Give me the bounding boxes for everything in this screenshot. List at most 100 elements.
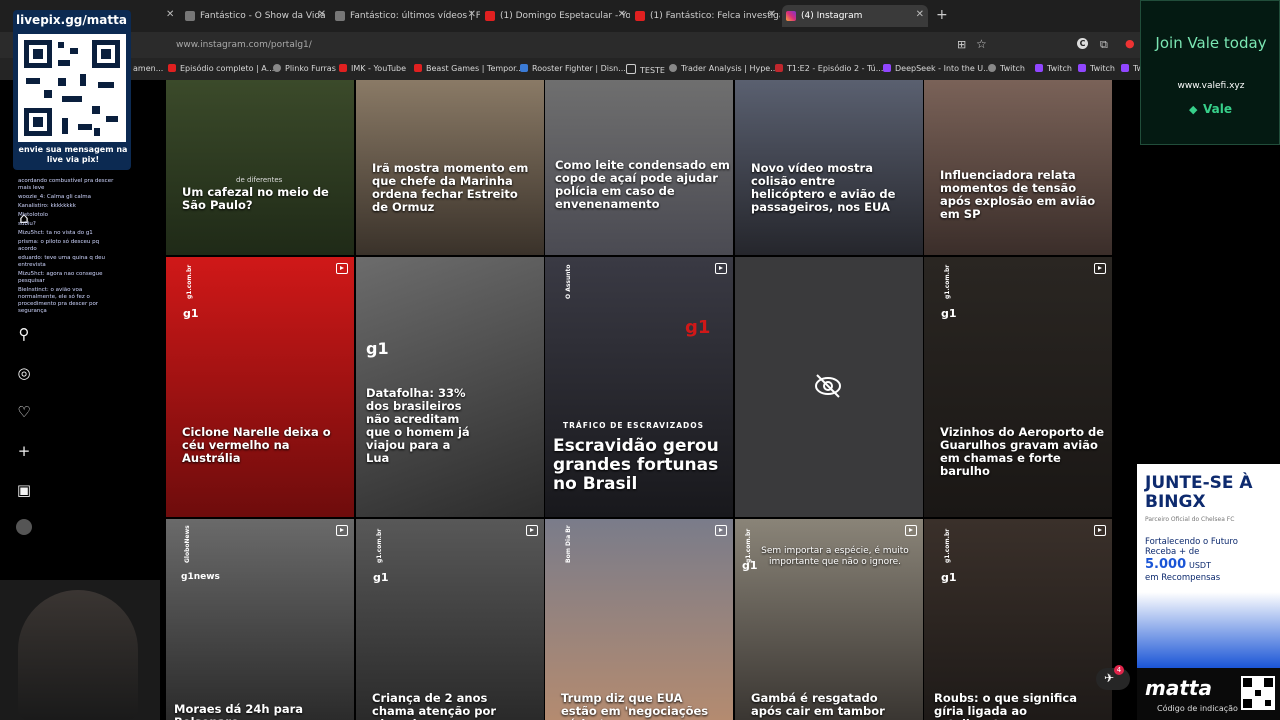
video-icon — [1094, 263, 1106, 274]
search-icon[interactable]: ⚲ — [14, 324, 34, 344]
g1-logo: g1 — [941, 571, 957, 584]
bookmark-label: Twitch — [1047, 64, 1072, 73]
streamer-image — [18, 590, 138, 720]
tab-label: (1) Fantástico: Felca investiga p — [650, 11, 780, 21]
extensions-puzzle-icon[interactable]: ⧉ — [1100, 38, 1108, 52]
post-tile[interactable]: Irã mostra momento em que chefe da Marin… — [356, 80, 544, 255]
tv-icon — [335, 11, 345, 21]
create-icon[interactable]: + — [14, 441, 34, 461]
post-tile[interactable]: Novo vídeo mostra colisão entre helicópt… — [735, 80, 923, 255]
close-icon[interactable]: ✕ — [318, 9, 326, 20]
bookmark-item[interactable]: Trader Analysis | Hype... — [669, 64, 778, 73]
globe-icon — [988, 64, 996, 72]
close-icon[interactable]: ✕ — [916, 9, 924, 20]
post-caption: Gambá é resgatado após cair em tambor co… — [751, 691, 885, 720]
bookmark-star-icon[interactable]: ☆ — [976, 37, 987, 51]
bingx-line2: Receba + de — [1145, 547, 1200, 557]
bookmark-item[interactable]: Twitch — [1035, 64, 1072, 73]
post-tile[interactable]: g1.com.br g1 Sem importar a espécie, é m… — [735, 519, 923, 720]
post-tile[interactable]: g1.com.br g1 Criança de 2 anos chama ate… — [356, 519, 544, 720]
twitch-icon — [1035, 64, 1043, 72]
close-icon[interactable]: ✕ — [768, 9, 776, 20]
post-caption: Vizinhos do Aeroporto de Guarulhos grava… — [940, 425, 1105, 478]
dashboard-icon[interactable]: ▣ — [14, 480, 34, 500]
bookmark-item[interactable]: Beast Games | Tempor... — [414, 64, 523, 73]
chat-message: eduardo: teve uma quina q deu entrevista — [18, 255, 105, 268]
youtube-icon — [414, 64, 422, 72]
new-tab-button[interactable]: + — [936, 7, 948, 23]
messages-button[interactable]: ✈ 4 — [1096, 665, 1130, 690]
tv-icon — [185, 11, 195, 21]
bookmark-item[interactable]: Twitch — [988, 64, 1025, 73]
post-tile-hidden[interactable] — [735, 257, 923, 517]
post-tile[interactable]: g1.com.br g1 Vizinhos do Aeroporto de Gu… — [924, 257, 1112, 517]
bookmark-label: Trader Analysis | Hype... — [681, 64, 778, 73]
profile-avatar[interactable] — [16, 519, 32, 535]
twitch-icon — [883, 64, 891, 72]
bookmark-item[interactable]: T1:E2 - Episódio 2 - Tú... — [775, 64, 883, 73]
source-label: g1.com.br — [745, 528, 752, 563]
livepix-title: livepix.gg/matta — [16, 13, 127, 27]
bookmark-folder[interactable]: TESTE — [626, 64, 665, 75]
bookmark-item[interactable]: Twitch — [1078, 64, 1115, 73]
bingx-line3: em Recompensas — [1145, 573, 1221, 583]
tab-bar: Fantástico - O Show da Vida ✕ Fantástico:… — [0, 0, 1140, 32]
livepix-caption: envie sua mensagem na live via pix! — [18, 145, 128, 164]
globe-icon — [273, 64, 281, 72]
close-icon[interactable]: ✕ — [468, 9, 476, 20]
bookmark-item[interactable]: Rooster Fighter | Disn... — [520, 64, 626, 73]
close-icon[interactable]: ✕ — [618, 9, 626, 20]
disney-icon — [520, 64, 528, 72]
vale-logo-icon: ◆ — [1189, 103, 1198, 116]
tab-fantastico-show[interactable]: Fantástico - O Show da Vida ✕ — [185, 5, 330, 27]
post-caption: Datafolha: 33% dos brasileiros não acred… — [366, 386, 470, 465]
qr-code — [18, 34, 126, 142]
post-tile[interactable]: g1.com.br g1 Roubs: o que significa gíri… — [924, 519, 1112, 720]
tab-instagram[interactable]: (4) Instagram ✕ — [782, 5, 928, 27]
post-kicker: TRÁFICO DE ESCRAVIZADOS — [563, 421, 705, 430]
extension-icon[interactable]: C — [1077, 38, 1088, 49]
chat-message: prisma: o piloto só desceu pq acordo — [18, 239, 100, 252]
video-icon — [1094, 525, 1106, 536]
tab-label: Fantástico: últimos vídeos | Fant — [350, 11, 480, 21]
video-icon — [336, 525, 348, 536]
close-icon[interactable]: ✕ — [166, 9, 174, 20]
tab-felca[interactable]: (1) Fantástico: Felca investiga p ✕ — [635, 5, 780, 27]
post-caption: Trump diz que EUA estão em 'negociações … — [561, 691, 709, 720]
post-tile[interactable]: Bom Dia Br Trump diz que EUA estão em 'n… — [545, 519, 733, 720]
post-overlay-text: Sem importar a espécie, é muito importan… — [761, 546, 909, 567]
notifications-icon[interactable]: ♡ — [14, 402, 34, 422]
post-tile[interactable]: Influenciadora relata momentos de tensão… — [924, 80, 1112, 255]
explore-icon[interactable]: ◎ — [14, 363, 34, 383]
post-tile[interactable]: O Assunto g1 TRÁFICO DE ESCRAVIZADOS Esc… — [545, 257, 733, 517]
bookmark-item[interactable]: Plinko Furras — [273, 64, 336, 73]
qr-code-small — [1241, 676, 1275, 710]
globe-icon — [669, 64, 677, 72]
bingx-line1: Fortalecendo o Futuro — [1145, 537, 1238, 547]
bookmark-label: IMK - YouTube — [351, 64, 407, 73]
tab-fantastico-videos[interactable]: Fantástico: últimos vídeos | Fant✕ — [335, 5, 480, 27]
post-tile[interactable]: de diferentes Um cafezal no meio de São … — [166, 80, 354, 255]
referral-code-label: Código de indicação — [1157, 704, 1238, 713]
profile-icon[interactable]: ● — [1125, 37, 1135, 50]
post-tile[interactable]: GloboNews g1news Moraes dá 24h para Bols… — [166, 519, 354, 720]
post-tile[interactable]: g1 Datafolha: 33% dos brasileiros não ac… — [356, 257, 544, 517]
address-bar[interactable]: www.instagram.com/portalg1/ — [150, 36, 1000, 54]
install-app-icon[interactable]: ⊞ — [957, 38, 966, 51]
bingx-subtitle: Parceiro Oficial do Chelsea FC — [1145, 516, 1235, 523]
bookmark-item[interactable]: amen... — [133, 64, 163, 73]
url-text: www.instagram.com/portalg1/ — [176, 40, 312, 50]
post-tile[interactable]: g1.com.br g1 Ciclone Narelle deixa o céu… — [166, 257, 354, 517]
folder-icon — [626, 64, 636, 74]
bookmark-item[interactable]: Episódio completo | A... — [168, 64, 274, 73]
hulu-icon — [775, 64, 783, 72]
bookmark-item[interactable]: IMK - YouTube — [339, 64, 406, 73]
bookmark-item[interactable]: DeepSeek - Into the U... — [883, 64, 991, 73]
youtube-icon — [339, 64, 347, 72]
webcam-overlay — [0, 580, 160, 720]
post-tile[interactable]: Como leite condensado em copo de açaí po… — [545, 80, 733, 255]
chat-message: woozie_4: Calma gli calma — [18, 194, 92, 200]
video-icon — [526, 525, 538, 536]
bookmark-label: Rooster Fighter | Disn... — [532, 64, 626, 73]
tab-domingo-espetacular[interactable]: (1) Domingo Espetacular - YouT ✕ — [485, 5, 630, 27]
